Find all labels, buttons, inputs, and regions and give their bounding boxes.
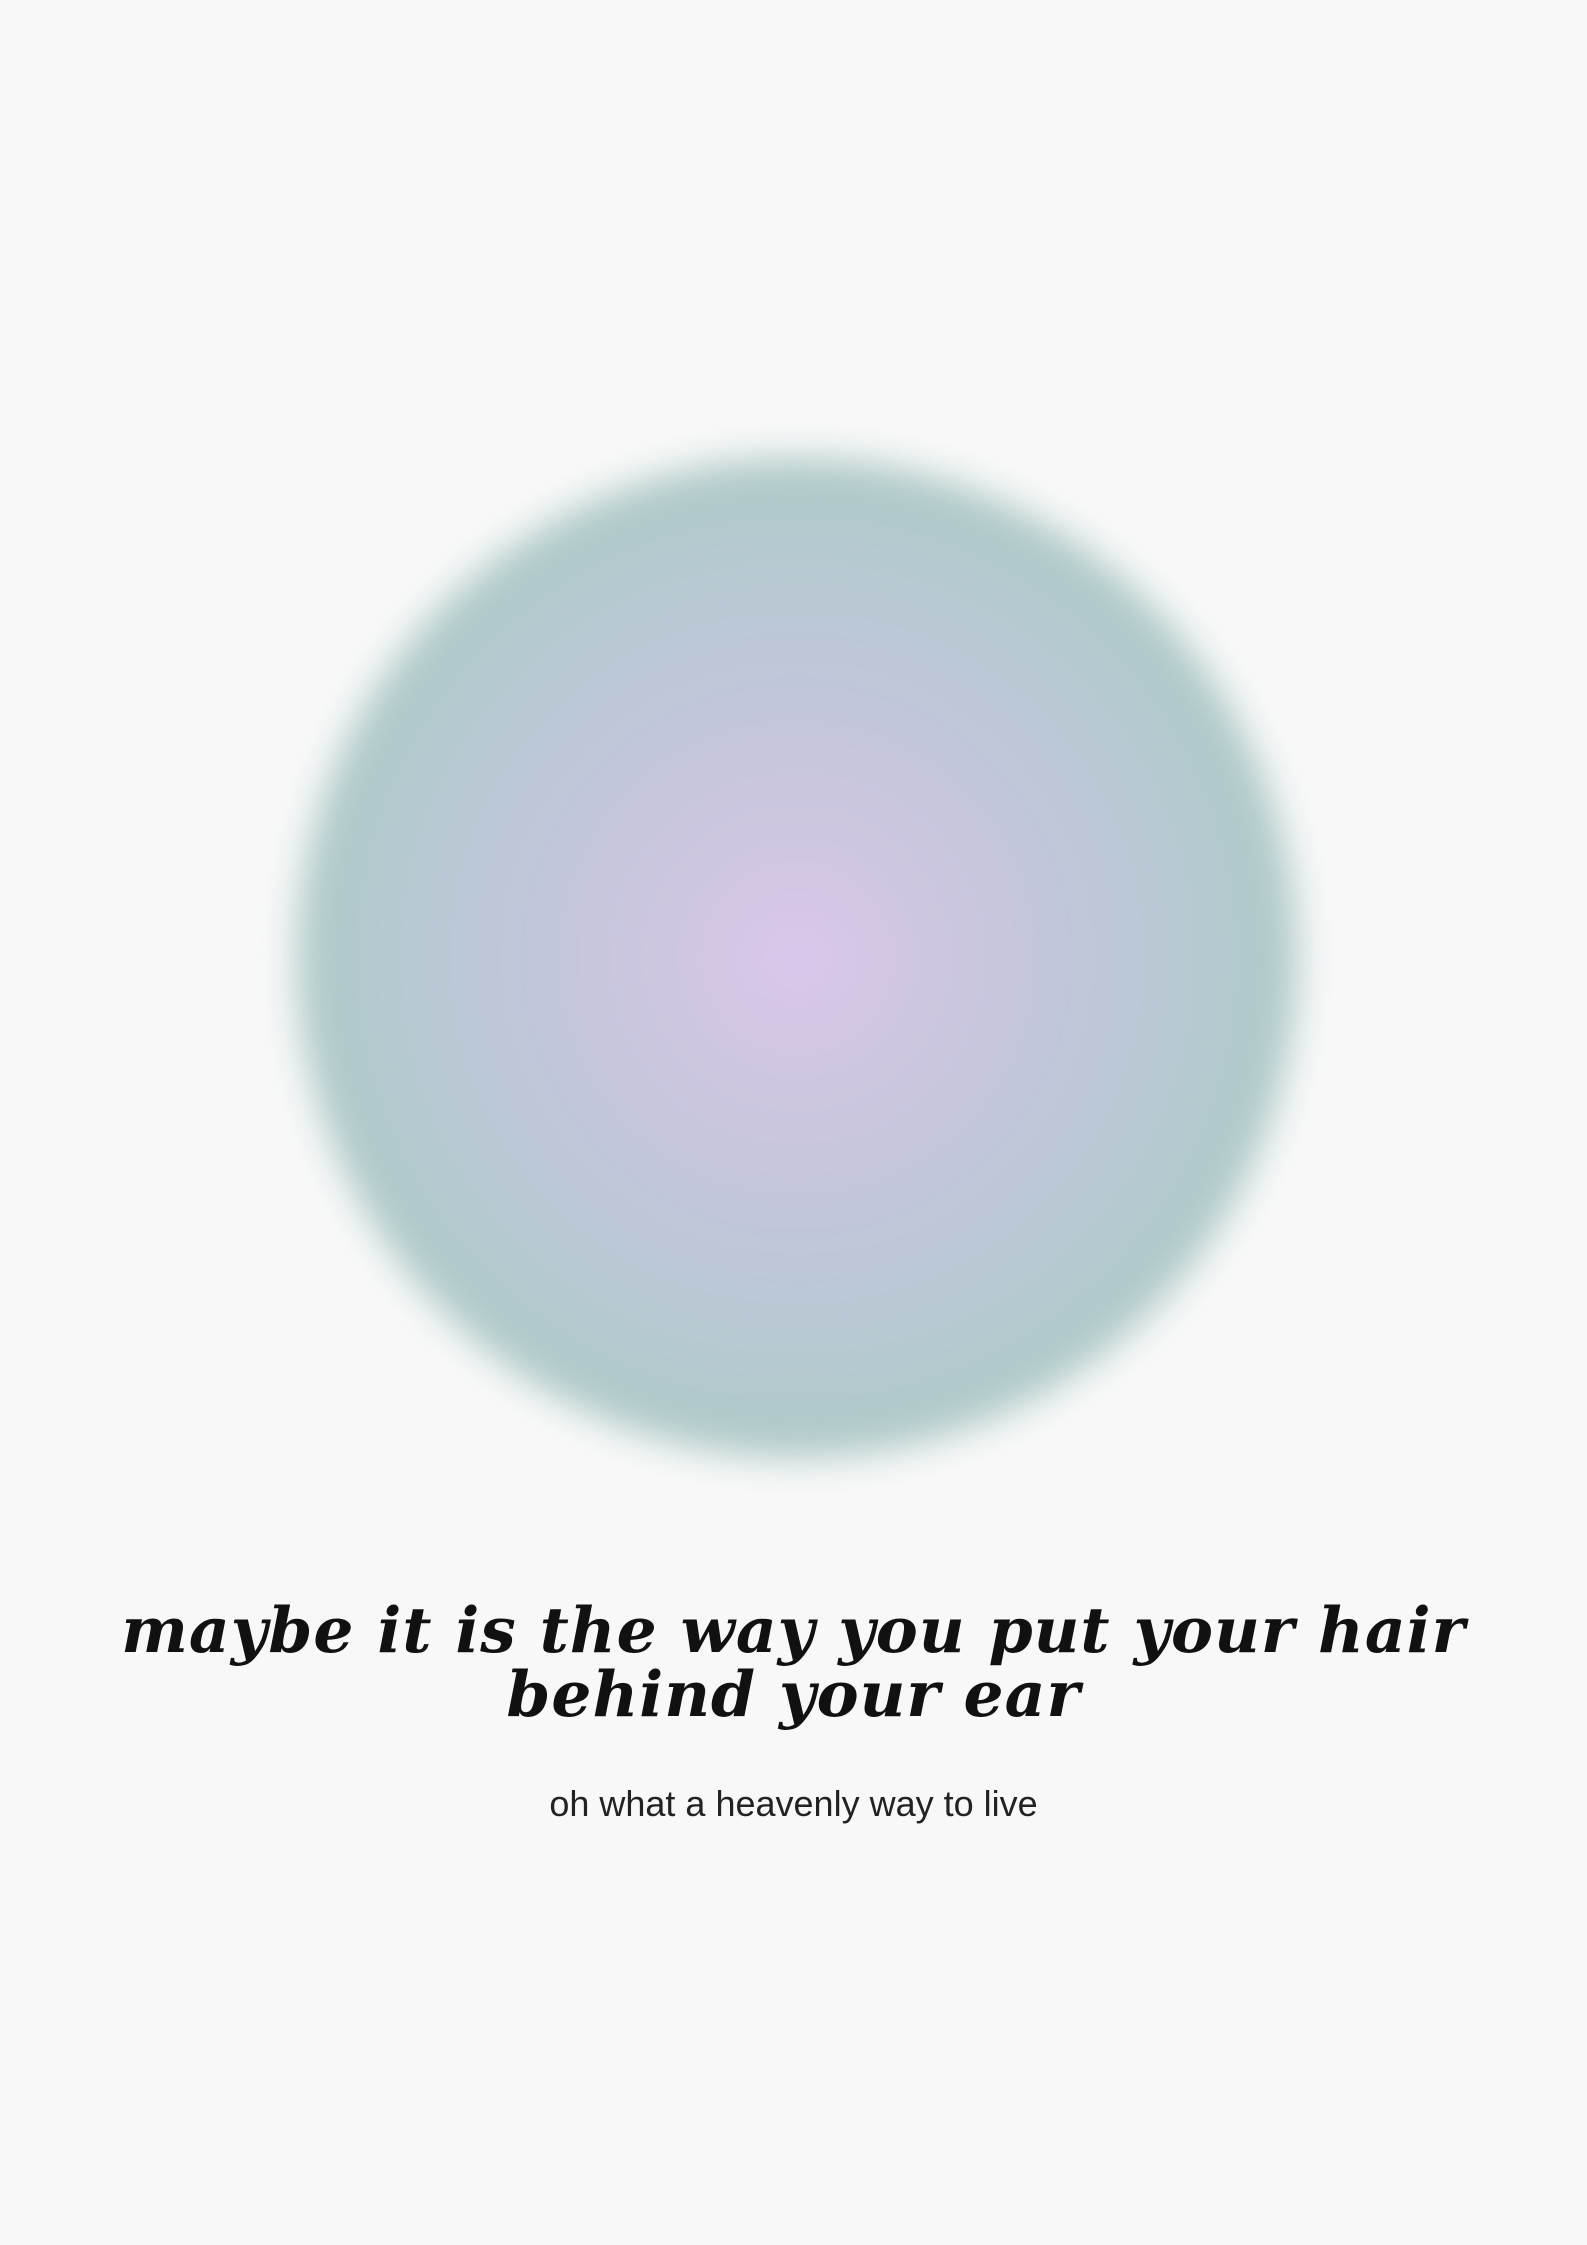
subline-text: oh what a heavenly way to live: [549, 1783, 1038, 1824]
quote-line-2: behind your ear: [506, 1657, 1081, 1731]
quote-line-1: maybe it is the way you put your hair: [121, 1593, 1466, 1667]
gradient-aura-circle: [297, 458, 1297, 1458]
poster-page: { "colors": { "background": "#f8f8f8", "…: [0, 0, 1587, 2245]
quote-heading: maybe it is the way you put your hair be…: [0, 1598, 1587, 1726]
